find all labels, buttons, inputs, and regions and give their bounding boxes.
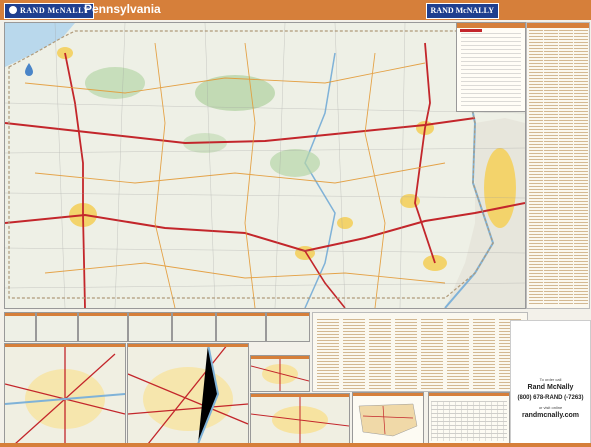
city-inset-map[interactable] bbox=[4, 312, 36, 342]
city-inset-map[interactable] bbox=[216, 312, 266, 342]
index-column bbox=[343, 319, 365, 389]
rand-mcnally-logo-right: RAND McNALLY bbox=[425, 3, 499, 19]
index-column bbox=[395, 319, 417, 389]
philadelphia-urban bbox=[484, 148, 516, 228]
index-column bbox=[317, 319, 339, 389]
map-title: Pennsylvania bbox=[84, 2, 161, 16]
index-column bbox=[473, 319, 495, 389]
brand-label: RAND McNALLY bbox=[20, 6, 90, 15]
city-inset-map[interactable] bbox=[36, 312, 78, 342]
metro-inset-harrisburg[interactable] bbox=[250, 355, 310, 392]
index-column bbox=[574, 30, 588, 306]
metro-map-graphic bbox=[5, 344, 125, 444]
metro-map-graphic bbox=[251, 356, 309, 391]
legend-highway-swatch bbox=[460, 29, 482, 32]
company-name: Rand McNally bbox=[527, 384, 574, 391]
index-column bbox=[447, 319, 469, 389]
footer-bar bbox=[0, 443, 591, 447]
mileage-chart[interactable] bbox=[428, 392, 510, 444]
index-column bbox=[529, 30, 543, 306]
metro-inset-philadelphia[interactable] bbox=[127, 343, 249, 445]
mileage-grid bbox=[431, 401, 507, 441]
city-index-table[interactable] bbox=[312, 312, 528, 392]
city-inset-map[interactable] bbox=[78, 312, 128, 342]
order-call-label: To order call bbox=[539, 377, 562, 382]
visit-online-label: or visit online bbox=[538, 405, 563, 410]
phone-number[interactable]: (800) 678-RAND (-7263) bbox=[511, 395, 590, 401]
index-column bbox=[369, 319, 391, 389]
allentown-urban bbox=[400, 194, 420, 208]
mileage-driving-times-map[interactable] bbox=[352, 392, 424, 444]
index-column bbox=[559, 30, 573, 306]
index-column bbox=[421, 319, 443, 389]
legend-rows bbox=[461, 33, 521, 107]
title-bar: RAND McNALLY Pennsylvania RAND McNALLY bbox=[0, 0, 591, 20]
forest-central bbox=[270, 149, 320, 177]
main-state-map[interactable] bbox=[4, 22, 526, 309]
place-index-panel[interactable] bbox=[526, 22, 590, 309]
order-info-panel: To order call Rand McNally (800) 678-RAN… bbox=[510, 320, 591, 446]
index-header-bar bbox=[527, 23, 589, 28]
metro-map-graphic bbox=[251, 394, 349, 444]
city-inset-map[interactable] bbox=[266, 312, 310, 342]
road-map-graphic bbox=[5, 23, 525, 308]
index-column bbox=[544, 30, 558, 306]
city-inset-map[interactable] bbox=[128, 312, 172, 342]
metro-inset-pittsburgh[interactable] bbox=[4, 343, 126, 445]
rand-mcnally-logo: RAND McNALLY bbox=[4, 3, 95, 19]
legend-header-bar bbox=[457, 23, 525, 28]
globe-icon bbox=[9, 6, 17, 14]
metro-map-graphic bbox=[128, 344, 248, 444]
website-link[interactable]: randmcnally.com bbox=[511, 412, 590, 419]
city-inset-map[interactable] bbox=[172, 312, 216, 342]
reading-urban bbox=[337, 217, 353, 229]
metro-inset-lancaster[interactable] bbox=[250, 393, 350, 445]
us-map-graphic bbox=[358, 403, 418, 437]
map-legend bbox=[456, 22, 526, 112]
forest-allegheny bbox=[85, 67, 145, 99]
